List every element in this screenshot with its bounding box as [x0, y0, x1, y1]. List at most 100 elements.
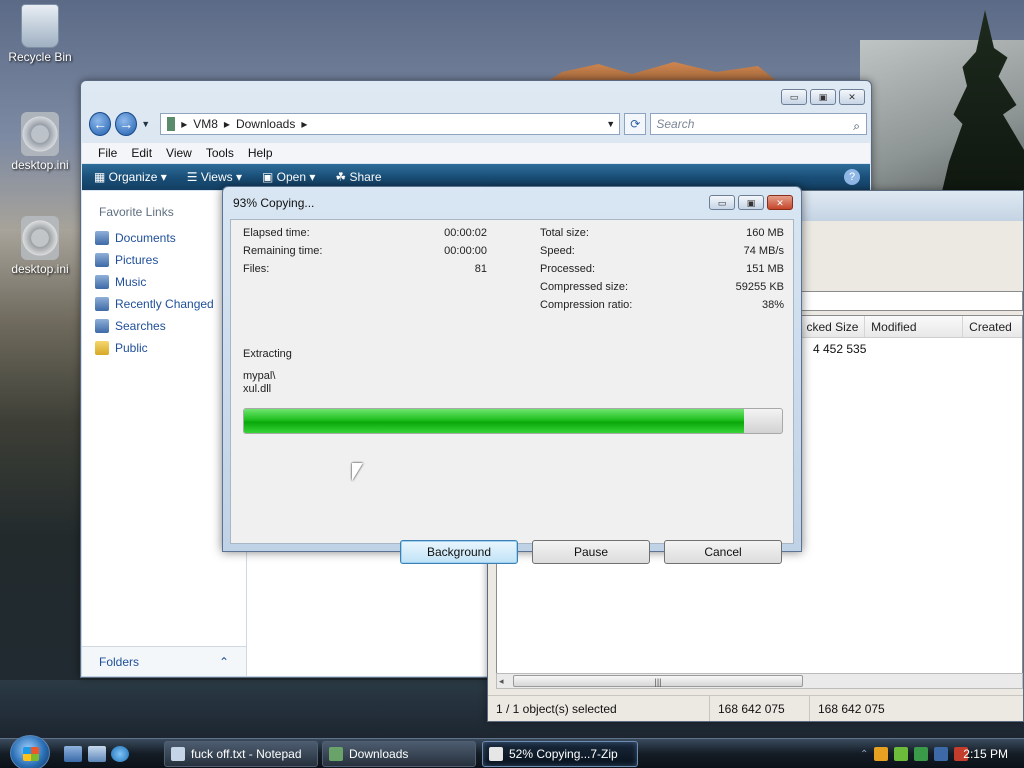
update-icon[interactable]: [894, 747, 909, 761]
7zip-status-bar: 1 / 1 object(s) selected 168 642 075 168…: [488, 695, 1023, 721]
search-icon[interactable]: ⌕: [853, 116, 860, 136]
desktop-icon-desktop-ini-1[interactable]: desktop.ini: [0, 112, 80, 172]
chevron-up-icon: ⌃: [218, 655, 229, 669]
folders-label: Folders: [99, 655, 140, 669]
horizontal-scrollbar[interactable]: ◂ |||: [496, 673, 1023, 689]
stat-total-size: Total size: 160 MB: [540, 224, 784, 242]
views-button[interactable]: ☰ Views ▾: [187, 170, 242, 184]
progress-dialog: 93% Copying... ▭ ▣ ✕ Elapsed time: 00:00…: [222, 186, 802, 564]
taskbar-item-7zip[interactable]: 52% Copying...7-Zip: [482, 741, 638, 767]
desktop-icon-desktop-ini-2[interactable]: desktop.ini: [0, 216, 80, 276]
taskbar-item-notepad[interactable]: fuck off.txt - Notepad: [164, 741, 318, 767]
network-icon[interactable]: [934, 747, 949, 761]
background-button[interactable]: Background: [400, 540, 518, 564]
address-row: ← → ▼ ▸ VM8 ▸ Downloads ▸ ▼ ⟳ Search ⌕: [89, 111, 867, 137]
menu-help[interactable]: Help: [248, 146, 273, 160]
menu-edit[interactable]: Edit: [131, 146, 152, 160]
breadcrumb-downloads[interactable]: Downloads: [236, 117, 295, 131]
settings-file-icon: [21, 112, 59, 156]
recent-pages-chevron-icon[interactable]: ▼: [141, 119, 150, 129]
stat-label: Elapsed time:: [243, 227, 310, 239]
taskbar-item-label: Downloads: [349, 747, 409, 761]
tray-app-icon[interactable]: [914, 747, 929, 761]
stat-files: Files: 81: [243, 260, 487, 278]
menu-view[interactable]: View: [166, 146, 192, 160]
help-icon[interactable]: ?: [844, 169, 860, 185]
breadcrumb-separator-icon[interactable]: ▸: [301, 117, 307, 131]
minimize-button[interactable]: ▭: [781, 89, 807, 105]
taskbar-item-downloads[interactable]: Downloads: [322, 741, 476, 767]
breadcrumb-vm8[interactable]: VM8: [193, 117, 218, 131]
column-created[interactable]: Created: [963, 316, 1022, 337]
dialog-minimize-button[interactable]: ▭: [709, 195, 735, 210]
open-label: Open: [276, 170, 307, 184]
maximize-button[interactable]: ▣: [810, 89, 836, 105]
menu-bar: File Edit View Tools Help: [82, 143, 870, 163]
stat-value: 00:00:02: [444, 227, 487, 239]
scrollbar-thumb[interactable]: |||: [513, 675, 803, 687]
cancel-button[interactable]: Cancel: [664, 540, 782, 564]
favorite-link-label: Searches: [115, 319, 166, 333]
tray-overflow-icon[interactable]: ⌃: [860, 749, 868, 760]
address-bar[interactable]: ▸ VM8 ▸ Downloads ▸ ▼: [160, 113, 621, 135]
dialog-close-button[interactable]: ✕: [767, 195, 793, 210]
favorite-link-label: Pictures: [115, 253, 159, 267]
status-packed-size: 168 642 075: [818, 702, 885, 716]
share-button[interactable]: ☘ Share: [335, 170, 381, 184]
scroll-left-icon[interactable]: ◂: [499, 674, 504, 688]
dialog-maximize-button[interactable]: ▣: [738, 195, 764, 210]
close-button[interactable]: ✕: [839, 89, 865, 105]
refresh-icon[interactable]: ⟳: [624, 113, 647, 135]
favorite-link-label: Documents: [115, 231, 176, 245]
stat-compressed-size: Compressed size: 59255 KB: [540, 278, 784, 296]
stat-value: 00:00:00: [444, 245, 487, 257]
organize-button[interactable]: ▦ Organize ▾: [94, 170, 167, 184]
stat-label: Speed:: [540, 245, 575, 257]
settings-file-icon: [21, 216, 59, 260]
back-arrow-icon[interactable]: ←: [89, 112, 112, 136]
current-file: xul.dll: [243, 383, 272, 395]
folder-icon: [329, 747, 343, 761]
recycle-bin-icon: [21, 4, 59, 48]
desktop-icon-label: desktop.ini: [11, 158, 69, 172]
menu-file[interactable]: File: [98, 146, 117, 160]
address-dropdown-icon[interactable]: ▼: [606, 119, 615, 129]
pause-button[interactable]: Pause: [532, 540, 650, 564]
stat-label: Total size:: [540, 227, 589, 239]
stat-value: 151 MB: [746, 263, 784, 275]
stat-speed: Speed: 74 MB/s: [540, 242, 784, 260]
status-size: 168 642 075: [710, 696, 810, 721]
breadcrumb-separator-icon[interactable]: ▸: [224, 117, 230, 131]
stat-elapsed-time: Elapsed time: 00:00:02: [243, 224, 487, 242]
documents-icon: [95, 231, 109, 245]
progress-bar: [243, 408, 783, 434]
clock[interactable]: 2:15 PM: [963, 747, 1008, 761]
switch-windows-icon[interactable]: [88, 746, 106, 762]
mouse-pointer-icon: [352, 463, 363, 481]
stat-value: 74 MB/s: [743, 245, 784, 257]
show-desktop-icon[interactable]: [64, 746, 82, 762]
stat-value: 38%: [761, 299, 784, 311]
music-icon: [95, 275, 109, 289]
taskbar: fuck off.txt - Notepad Downloads 52% Cop…: [0, 735, 1024, 768]
column-modified[interactable]: Modified: [865, 316, 964, 337]
desktop-icon-label: desktop.ini: [11, 262, 69, 276]
start-button[interactable]: [10, 735, 50, 768]
folders-toggle[interactable]: Folders ⌃: [82, 646, 246, 676]
breadcrumb-separator-icon[interactable]: ▸: [181, 117, 187, 131]
desktop-icon-recycle-bin[interactable]: Recycle Bin: [0, 4, 80, 64]
open-button[interactable]: ▣ Open ▾: [262, 170, 315, 184]
organize-label: Organize: [108, 170, 158, 184]
computer-icon: [167, 117, 176, 131]
column-packed-size[interactable]: cked Size: [800, 316, 866, 337]
search-input[interactable]: Search ⌕: [650, 113, 867, 135]
internet-explorer-icon[interactable]: [111, 746, 129, 762]
search-placeholder: Search: [656, 117, 695, 131]
menu-tools[interactable]: Tools: [206, 146, 234, 160]
status-selected: 1 / 1 object(s) selected: [488, 696, 710, 721]
operation-label: Extracting: [243, 348, 292, 360]
forward-arrow-icon[interactable]: →: [115, 112, 138, 136]
security-shield-icon[interactable]: [874, 747, 889, 761]
current-file-path: mypal\ xul.dll: [243, 370, 275, 396]
stat-label: Compression ratio:: [540, 299, 633, 311]
